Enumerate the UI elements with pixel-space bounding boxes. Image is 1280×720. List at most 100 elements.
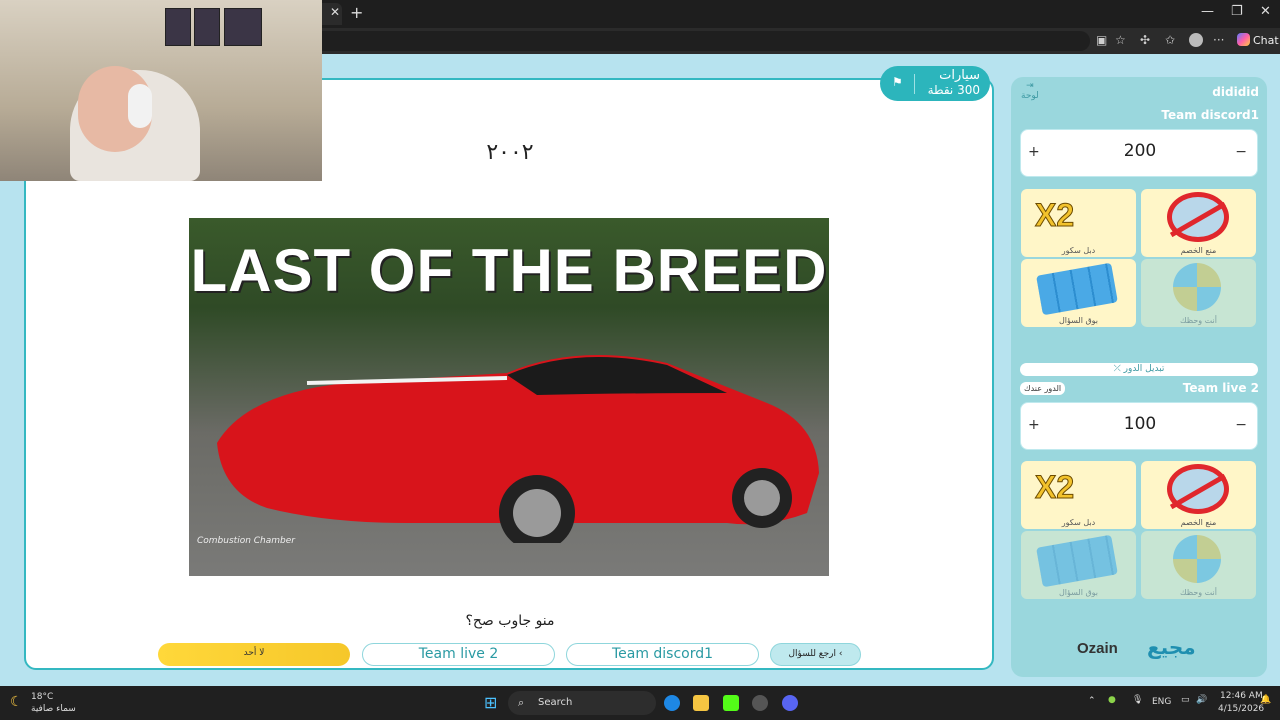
powerup-label: دبل سكور bbox=[1061, 246, 1096, 255]
image-headline: LAST OF THE BREED bbox=[190, 237, 828, 304]
team-discord1-button[interactable]: Team discord1 bbox=[566, 643, 759, 666]
question-text: ٢٠٠٢ bbox=[486, 140, 534, 165]
team2-score-box: + 100 − bbox=[1020, 402, 1258, 450]
team2-decrement-button[interactable]: − bbox=[1235, 417, 1247, 433]
answer-prompt: منو جاوب صح؟ bbox=[465, 613, 555, 629]
team1-name: Team discord1 bbox=[1161, 108, 1259, 122]
red-car-graphic bbox=[217, 355, 819, 543]
powerup-label: منع الخصم bbox=[1180, 518, 1217, 527]
address-bar[interactable] bbox=[310, 31, 1090, 51]
network-icon[interactable]: ▭ bbox=[1181, 695, 1190, 705]
powerup-label: أنت وحظك bbox=[1180, 316, 1217, 325]
more-menu-icon[interactable]: ··· bbox=[1213, 33, 1224, 47]
team2-block-opponent-powerup[interactable]: منع الخصم bbox=[1141, 461, 1256, 529]
chevron-left-icon: ‹ bbox=[838, 649, 843, 659]
app-logo: مجيع bbox=[1147, 635, 1196, 659]
windows-start-icon[interactable]: ⊞ bbox=[484, 693, 497, 712]
clock-date[interactable]: 4/15/2026 bbox=[1218, 704, 1264, 714]
powerup-label: بوق السؤال bbox=[1058, 588, 1099, 597]
search-icon: ⌕ bbox=[518, 696, 525, 709]
new-tab-button[interactable]: + bbox=[350, 3, 363, 22]
logout-icon: ⇥ bbox=[1026, 81, 1034, 91]
team2-name: Team live 2 bbox=[1182, 381, 1259, 395]
team1-steal-question-powerup[interactable]: بوق السؤال bbox=[1021, 259, 1136, 327]
favorite-star-icon[interactable]: ☆ bbox=[1115, 33, 1126, 47]
minimize-button[interactable]: — bbox=[1201, 4, 1214, 19]
flag-icon[interactable]: ⚑ bbox=[892, 75, 903, 89]
badge-divider bbox=[914, 74, 915, 94]
chat-label: Chat bbox=[1253, 34, 1279, 47]
clock-time[interactable]: 12:46 AM bbox=[1220, 691, 1263, 701]
window-close-button[interactable]: ✕ bbox=[1260, 4, 1271, 19]
your-turn-badge: الدور عندك bbox=[1020, 382, 1066, 395]
taskbar: ☾ 18°C سماء صافية ⊞ ⌕ Search ⌃ ● 🎙 ENG ▭… bbox=[0, 686, 1280, 720]
notifications-icon[interactable]: 🔔 bbox=[1260, 695, 1271, 705]
scores-sidebar: dididid ⇥ لوحة Team discord1 + 200 − X2 … bbox=[1011, 77, 1267, 677]
profile-avatar[interactable] bbox=[1189, 33, 1203, 47]
team-live2-button[interactable]: Team live 2 bbox=[362, 643, 555, 666]
volume-icon[interactable]: 🔊 bbox=[1196, 695, 1207, 705]
team1-score: 200 bbox=[1123, 141, 1157, 161]
x2-icon: X2 bbox=[1034, 197, 1075, 234]
logout-label: لوحة bbox=[1021, 91, 1039, 101]
favorites-icon[interactable]: ✩ bbox=[1165, 33, 1175, 47]
kick-icon[interactable] bbox=[723, 695, 739, 711]
x2-icon: X2 bbox=[1034, 469, 1075, 506]
team1-decrement-button[interactable]: − bbox=[1235, 144, 1247, 160]
cards-icon bbox=[1036, 262, 1118, 316]
username: dididid bbox=[1212, 85, 1259, 99]
tray-overflow-icon[interactable]: ⌃ bbox=[1088, 696, 1096, 706]
copilot-chat-button[interactable]: Chat bbox=[1237, 33, 1279, 47]
powerup-label: منع الخصم bbox=[1180, 246, 1217, 255]
zain-logo: Ozain bbox=[1077, 640, 1118, 657]
question-image: LAST OF THE BREED Combustion Chamber bbox=[189, 218, 829, 576]
image-watermark: Combustion Chamber bbox=[197, 536, 295, 546]
taskbar-search[interactable]: ⌕ Search bbox=[508, 691, 656, 715]
team1-luck-wheel-powerup[interactable]: أنت وحظك bbox=[1141, 259, 1256, 327]
screen: ✕ + — ❐ ✕ ▣ ☆ ✣ ✩ ··· Chat سيارات 300 نق… bbox=[0, 0, 1280, 720]
microphone-icon[interactable]: 🎙 bbox=[1132, 695, 1143, 705]
search-label: Search bbox=[538, 697, 573, 708]
team2-luck-wheel-powerup[interactable]: أنت وحظك bbox=[1141, 531, 1256, 599]
powerup-label: بوق السؤال bbox=[1058, 316, 1099, 325]
team1-powerups: X2 دبل سكور منع الخصم بوق السؤال أنت وحظ… bbox=[1020, 187, 1258, 327]
team2-powerups: X2 دبل سكور منع الخصم بوق السؤال أنت وحظ… bbox=[1020, 459, 1258, 599]
wall-poster bbox=[194, 8, 220, 46]
team1-score-box: + 200 − bbox=[1020, 129, 1258, 177]
swap-turn-button[interactable]: ⤫ تبديل الدور bbox=[1020, 363, 1258, 376]
webcam-overlay bbox=[0, 0, 322, 181]
tray-app-icon[interactable]: ● bbox=[1108, 695, 1116, 705]
powerup-label: دبل سكور bbox=[1061, 518, 1096, 527]
tab-actions-icon[interactable]: ▣ bbox=[1096, 33, 1107, 47]
weather-temp[interactable]: 18°C bbox=[31, 692, 53, 702]
no-one-button[interactable]: لا أحد bbox=[158, 643, 350, 666]
file-explorer-icon[interactable] bbox=[693, 695, 709, 711]
team2-double-score-powerup[interactable]: X2 دبل سكور bbox=[1021, 461, 1136, 529]
wheel-icon bbox=[1173, 535, 1221, 583]
headphones bbox=[128, 84, 152, 128]
wheel-icon bbox=[1173, 263, 1221, 311]
powerup-label: أنت وحظك bbox=[1180, 588, 1217, 597]
discord-icon[interactable] bbox=[782, 695, 798, 711]
category-badge: سيارات 300 نقطة ⚑ bbox=[880, 66, 990, 101]
wall-poster bbox=[224, 8, 262, 46]
logout-button[interactable]: ⇥ لوحة bbox=[1021, 81, 1039, 101]
extensions-icon[interactable]: ✣ bbox=[1140, 33, 1150, 47]
moon-icon: ☾ bbox=[10, 694, 23, 710]
team1-block-opponent-powerup[interactable]: منع الخصم bbox=[1141, 189, 1256, 257]
team1-double-score-powerup[interactable]: X2 دبل سكور bbox=[1021, 189, 1136, 257]
back-to-question-button[interactable]: ارجع للسؤال ‹ bbox=[770, 643, 861, 666]
copilot-icon bbox=[1237, 33, 1250, 46]
language-indicator[interactable]: ENG bbox=[1152, 697, 1171, 707]
obs-icon[interactable] bbox=[752, 695, 768, 711]
block-icon bbox=[1167, 192, 1229, 242]
cards-icon bbox=[1036, 534, 1118, 588]
edge-icon[interactable] bbox=[664, 695, 680, 711]
maximize-button[interactable]: ❐ bbox=[1231, 4, 1243, 19]
back-label: ارجع للسؤال bbox=[788, 649, 837, 659]
weather-desc[interactable]: سماء صافية bbox=[31, 704, 76, 714]
tab-close-icon[interactable]: ✕ bbox=[330, 5, 340, 19]
wall-poster bbox=[165, 8, 191, 46]
team2-score: 100 bbox=[1123, 414, 1157, 434]
team2-steal-question-powerup[interactable]: بوق السؤال bbox=[1021, 531, 1136, 599]
